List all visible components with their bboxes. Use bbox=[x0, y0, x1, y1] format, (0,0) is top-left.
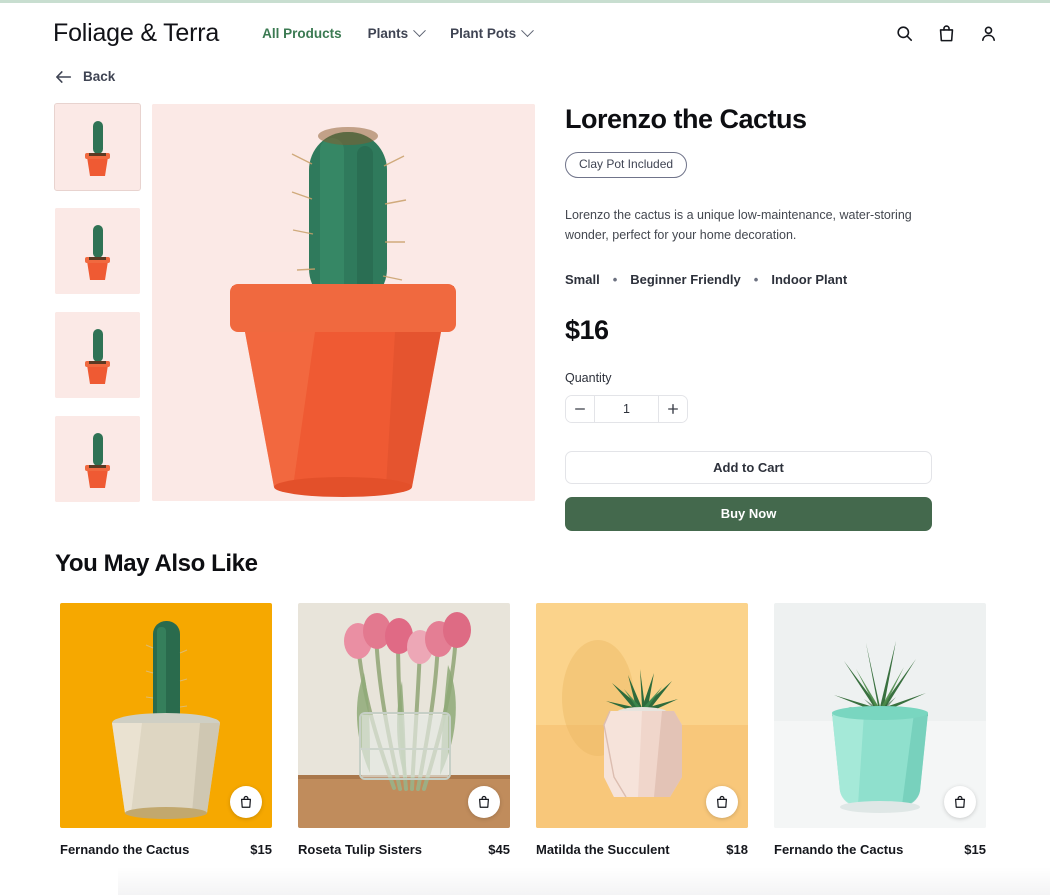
product-page: Foliage & Terra All Products Plants Plan… bbox=[0, 0, 1050, 895]
product-card-price: $18 bbox=[726, 842, 748, 857]
quantity-label: Quantity bbox=[565, 370, 612, 385]
header-actions bbox=[895, 24, 998, 43]
product-card-name: Fernando the Cactus bbox=[60, 842, 190, 857]
product-hero-image[interactable] bbox=[152, 104, 535, 501]
page-bottom-shade bbox=[118, 867, 1050, 895]
nav-item-plants[interactable]: Plants bbox=[367, 24, 426, 41]
quick-add-button[interactable] bbox=[468, 786, 500, 818]
product-card-price: $45 bbox=[488, 842, 510, 857]
related-products-list: Fernando the Cactus $15 Roseta Tulip Sis… bbox=[60, 603, 990, 857]
search-icon[interactable] bbox=[895, 24, 914, 43]
shopping-bag-icon bbox=[955, 795, 965, 808]
product-info: Lorenzo the Cactus Clay Pot Included Lor… bbox=[565, 104, 945, 531]
cactus-thumb-image bbox=[55, 104, 140, 190]
product-card[interactable]: Fernando the Cactus $15 bbox=[60, 603, 272, 857]
product-card[interactable]: Roseta Tulip Sisters $45 bbox=[298, 603, 510, 857]
nav-label: All Products bbox=[262, 26, 342, 41]
quantity-stepper: 1 bbox=[565, 394, 688, 423]
attribute-placement: Indoor Plant bbox=[771, 271, 848, 287]
arrow-left-icon bbox=[56, 70, 72, 83]
product-card-image[interactable] bbox=[60, 603, 272, 828]
product-title: Lorenzo the Cactus bbox=[565, 104, 807, 134]
nav-item-plant-pots[interactable]: Plant Pots bbox=[450, 24, 534, 41]
attribute-difficulty: Beginner Friendly bbox=[630, 271, 741, 287]
product-card-name: Matilda the Succulent bbox=[536, 842, 670, 857]
cactus-thumb-image bbox=[55, 312, 140, 398]
cactus-hero-image bbox=[152, 104, 535, 501]
shopping-bag-icon bbox=[241, 795, 251, 808]
buy-now-button[interactable]: Buy Now bbox=[565, 496, 932, 531]
back-label: Back bbox=[83, 69, 116, 84]
shopping-bag-icon[interactable] bbox=[937, 24, 956, 43]
shopping-bag-icon bbox=[479, 795, 489, 808]
product-card-image[interactable] bbox=[536, 603, 748, 828]
status-badge: Clay Pot Included bbox=[565, 152, 688, 179]
gallery-thumbnail[interactable] bbox=[54, 103, 141, 191]
quick-add-button[interactable] bbox=[706, 786, 738, 818]
gallery-thumbnail[interactable] bbox=[55, 208, 140, 294]
product-attributes: Small • Beginner Friendly • Indoor Plant bbox=[565, 272, 945, 287]
nav-item-all-products[interactable]: All Products bbox=[262, 26, 342, 41]
add-to-cart-button[interactable]: Add to Cart bbox=[565, 450, 932, 484]
product-card-meta: Fernando the Cactus $15 bbox=[60, 842, 272, 857]
quick-add-button[interactable] bbox=[944, 786, 976, 818]
gallery-thumbnail[interactable] bbox=[55, 416, 140, 502]
back-link[interactable]: Back bbox=[55, 69, 115, 84]
product-price: $16 bbox=[565, 314, 609, 345]
chevron-down-icon bbox=[413, 24, 426, 38]
attribute-separator: • bbox=[753, 271, 759, 287]
attribute-separator: • bbox=[612, 271, 618, 287]
account-icon[interactable] bbox=[979, 24, 998, 43]
quick-add-button[interactable] bbox=[230, 786, 262, 818]
quantity-decrement-button[interactable] bbox=[566, 395, 594, 422]
cactus-thumb-image bbox=[55, 208, 140, 294]
nav-label: Plants bbox=[367, 26, 409, 41]
shopping-bag-icon bbox=[717, 795, 727, 808]
main-navigation: All Products Plants Plant Pots bbox=[262, 24, 534, 41]
product-card-meta: Matilda the Succulent $18 bbox=[536, 842, 748, 857]
product-card-price: $15 bbox=[250, 842, 272, 857]
nav-label: Plant Pots bbox=[450, 26, 517, 41]
product-card[interactable]: Matilda the Succulent $18 bbox=[536, 603, 748, 857]
chevron-down-icon bbox=[521, 24, 534, 38]
gallery-thumbnails bbox=[54, 103, 141, 502]
product-card-meta: Roseta Tulip Sisters $45 bbox=[298, 842, 510, 857]
product-card[interactable]: Fernando the Cactus $15 bbox=[774, 603, 986, 857]
quantity-increment-button[interactable] bbox=[659, 395, 687, 422]
attribute-size: Small bbox=[565, 271, 600, 287]
plus-icon bbox=[668, 404, 678, 414]
site-header: Foliage & Terra All Products Plants Plan… bbox=[0, 3, 1050, 64]
gallery-thumbnail[interactable] bbox=[55, 312, 140, 398]
product-card-image[interactable] bbox=[774, 603, 986, 828]
product-card-price: $15 bbox=[964, 842, 986, 857]
brand-logo[interactable]: Foliage & Terra bbox=[53, 19, 219, 48]
product-card-name: Roseta Tulip Sisters bbox=[298, 842, 423, 857]
product-card-name: Fernando the Cactus bbox=[774, 842, 904, 857]
related-heading: You May Also Like bbox=[55, 550, 258, 577]
product-description: Lorenzo the cactus is a unique low-maint… bbox=[565, 208, 912, 242]
cactus-thumb-image bbox=[55, 416, 140, 502]
product-card-image[interactable] bbox=[298, 603, 510, 828]
product-card-meta: Fernando the Cactus $15 bbox=[774, 842, 986, 857]
minus-icon bbox=[575, 408, 585, 410]
quantity-value[interactable]: 1 bbox=[594, 395, 659, 422]
